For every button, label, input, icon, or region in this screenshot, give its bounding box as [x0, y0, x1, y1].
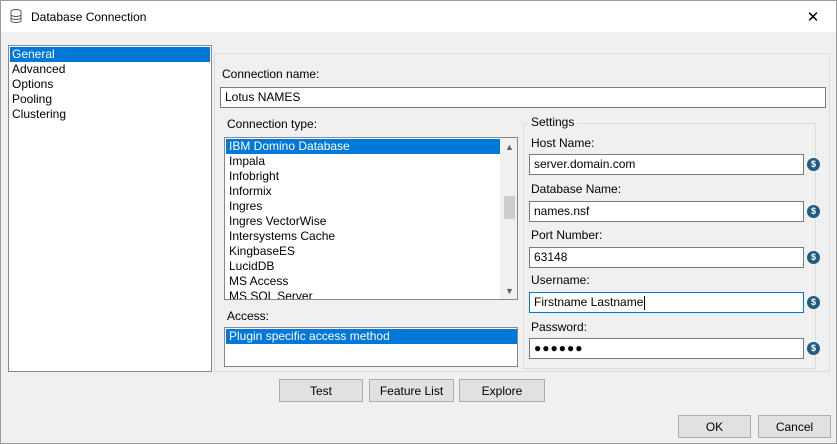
close-button[interactable]: ✕: [790, 1, 836, 32]
connection-type-item[interactable]: Impala: [226, 154, 500, 169]
scroll-down-arrow-icon[interactable]: ▼: [501, 282, 517, 299]
test-button[interactable]: Test: [279, 379, 363, 402]
port-number-label: Port Number:: [531, 228, 603, 242]
general-panel: Connection name: Lotus NAMES Connection …: [214, 53, 830, 372]
nav-item-clustering[interactable]: Clustering: [9, 107, 211, 122]
nav-item-advanced[interactable]: Advanced: [9, 62, 211, 77]
username-label: Username:: [531, 273, 590, 287]
connection-type-item[interactable]: Ingres: [226, 199, 500, 214]
text-caret: [644, 295, 646, 310]
connection-name-input[interactable]: Lotus NAMES: [220, 87, 826, 108]
cancel-button[interactable]: Cancel: [758, 415, 831, 438]
database-name-label: Database Name:: [531, 182, 622, 196]
category-list[interactable]: General Advanced Options Pooling Clustering: [8, 45, 212, 372]
password-input[interactable]: ●●●●●●: [529, 338, 804, 359]
access-method-item[interactable]: Plugin specific access method: [226, 329, 517, 344]
settings-group: Settings Host Name: server.domain.com $ …: [523, 115, 820, 369]
variable-icon[interactable]: $: [807, 205, 820, 218]
connection-type-item[interactable]: Intersystems Cache: [226, 229, 500, 244]
host-name-input[interactable]: server.domain.com: [529, 154, 804, 175]
connection-type-list[interactable]: IBM Domino Database Impala Infobright Infor…: [224, 137, 518, 300]
settings-title: Settings: [528, 115, 578, 129]
connection-type-item[interactable]: Infobright: [226, 169, 500, 184]
username-value: Firstname Lastname: [534, 295, 644, 309]
connection-name-label: Connection name:: [222, 67, 320, 81]
variable-icon[interactable]: $: [807, 158, 820, 171]
connection-type-item[interactable]: IBM Domino Database: [226, 139, 500, 154]
nav-item-general[interactable]: General: [10, 47, 210, 62]
host-name-label: Host Name:: [531, 136, 595, 150]
connection-type-item[interactable]: Informix: [226, 184, 500, 199]
close-icon: ✕: [806, 8, 820, 26]
connection-type-scrollbar[interactable]: ▲ ▼: [500, 138, 517, 299]
connection-type-item[interactable]: KingbaseES: [226, 244, 500, 259]
connection-type-item[interactable]: MS SQL Server: [226, 289, 500, 299]
explore-button[interactable]: Explore: [459, 379, 545, 402]
variable-icon[interactable]: $: [807, 342, 820, 355]
nav-item-options[interactable]: Options: [9, 77, 211, 92]
access-method-list[interactable]: Plugin specific access method: [224, 327, 518, 367]
ok-button[interactable]: OK: [678, 415, 751, 438]
scroll-thumb[interactable]: [504, 196, 515, 219]
scroll-up-arrow-icon[interactable]: ▲: [501, 138, 517, 155]
connection-type-item[interactable]: MS Access: [226, 274, 500, 289]
username-input[interactable]: Firstname Lastname: [529, 292, 804, 313]
password-label: Password:: [531, 320, 588, 334]
database-icon: [10, 9, 22, 23]
title-bar: Database Connection ✕: [1, 1, 836, 32]
port-number-input[interactable]: 63148: [529, 247, 804, 268]
access-label: Access:: [227, 309, 270, 323]
connection-type-item[interactable]: Ingres VectorWise: [226, 214, 500, 229]
password-mask: ●●●●●●: [534, 341, 584, 355]
connection-type-label: Connection type:: [227, 117, 318, 131]
connection-type-item[interactable]: LucidDB: [226, 259, 500, 274]
window-title: Database Connection: [31, 10, 147, 24]
variable-icon[interactable]: $: [807, 296, 820, 309]
database-name-input[interactable]: names.nsf: [529, 201, 804, 222]
variable-icon[interactable]: $: [807, 251, 820, 264]
feature-list-button[interactable]: Feature List: [369, 379, 454, 402]
database-connection-dialog: Database Connection ✕ General Advanced Opt…: [0, 0, 837, 444]
nav-item-pooling[interactable]: Pooling: [9, 92, 211, 107]
